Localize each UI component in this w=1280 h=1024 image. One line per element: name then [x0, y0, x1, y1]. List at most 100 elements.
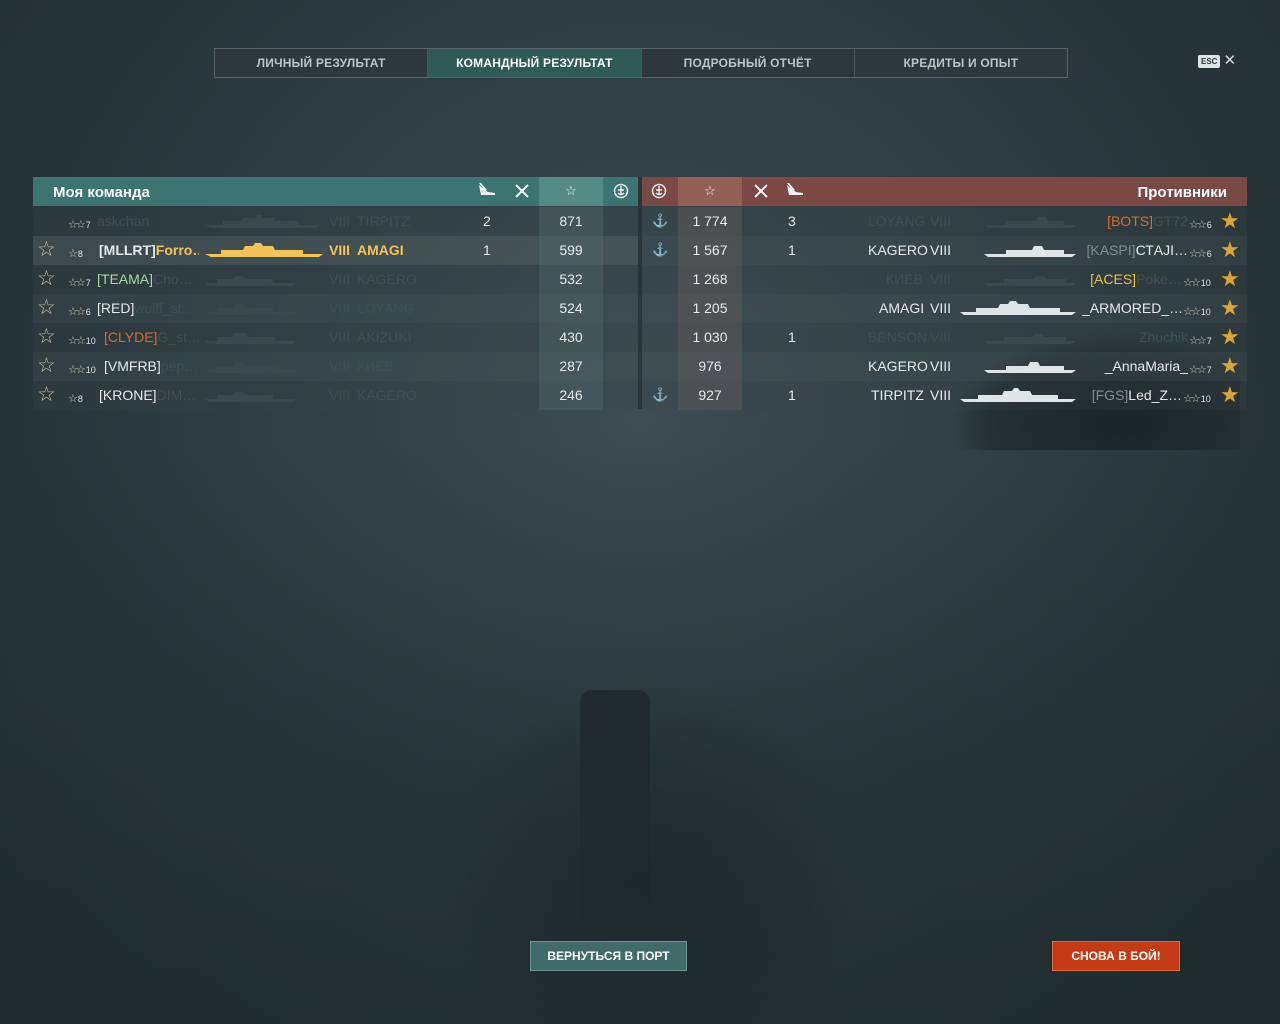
table-row[interactable]: 1 268 КИЕВ VIII [ACES]Poke… ☆☆ 10 ★ [642, 265, 1247, 294]
rank-number: 10 [1200, 307, 1211, 317]
table-row[interactable]: ⚓ 1 567 1 KAGERO VIII [KASPI]СТAJI… ☆☆ 6 … [642, 236, 1247, 265]
table-row[interactable]: ☆ ☆☆ 7 [TEAMA]Cho… VIII KAGERO 532 [33, 265, 638, 294]
ship-silhouette-icon [960, 388, 1076, 402]
rank-badge: ☆☆ 10 [1183, 272, 1211, 289]
star-outline-icon: ☆ [37, 296, 56, 319]
star-outline-icon: ☆ [37, 325, 56, 348]
player-name: [FGS]Led_Z… [1082, 381, 1182, 410]
rank-number: 7 [1206, 336, 1212, 346]
ship-tier: VIII [329, 329, 351, 345]
rank-chevron-icon: ☆☆ [1189, 364, 1207, 376]
xp-star-icon[interactable]: ☆ [560, 183, 582, 199]
player-name: [ACES]Poke… [1082, 265, 1182, 294]
ship-name: TIRPITZ [357, 213, 410, 229]
rank-chevron-icon: ☆ [68, 393, 78, 405]
table-row[interactable]: ☆☆ 7 askchan VIII TIRPITZ 2 871 [33, 207, 638, 236]
rank-number: 10 [85, 336, 96, 346]
player-nick: _AnnaMaria_ [1104, 358, 1188, 374]
my-team-header: Моя команда ☆ [33, 177, 638, 206]
ship-tier: VIII [329, 387, 351, 403]
gold-star-icon: ★ [1220, 382, 1240, 407]
clan-tag: [VMFRB] [104, 358, 161, 374]
table-row[interactable]: ☆ ☆ 8 [KRONE]DIM… VIII KAGERO 246 [33, 381, 638, 410]
player-nick: pep… [160, 358, 199, 374]
enemy-planes-destroyed-icon[interactable] [750, 183, 772, 202]
xp-value: 430 [559, 329, 583, 345]
table-row[interactable]: ⚓ 1 774 3 LOYANG VIII [BOTS]GT72 ☆☆ 6 ★ [642, 207, 1247, 236]
table-row[interactable]: 976 KAGERO VIII _AnnaMaria_ ☆☆ 7 ★ [642, 352, 1247, 381]
xp-value: 287 [559, 358, 583, 374]
enemy-capture-icon[interactable] [648, 183, 670, 202]
enemy-team-list: ⚓ 1 774 3 LOYANG VIII [BOTS]GT72 ☆☆ 6 ★ ⚓… [642, 207, 1247, 410]
gold-star-icon: ★ [1220, 266, 1240, 291]
player-nick: G_st… [157, 329, 202, 345]
player-name: Zhuchik [1082, 323, 1188, 352]
rank-chevron-icon: ☆☆ [68, 306, 86, 318]
return-to-port-button[interactable]: ВЕРНУТЬСЯ В ПОРТ [530, 941, 687, 971]
player-nick: DIM… [156, 387, 197, 403]
table-row[interactable]: ⚓ 927 1 TIRPITZ VIII [FGS]Led_Z… ☆☆ 10 ★ [642, 381, 1247, 410]
clan-tag: [FGS] [1091, 387, 1129, 403]
rank-chevron-icon: ☆ [68, 248, 78, 260]
table-row[interactable]: ☆ ☆☆ 10 [CLYDE]G_st… VIII AKIZUKI 430 [33, 323, 638, 352]
player-nick: GT72 [1152, 213, 1188, 229]
gold-star-icon: ★ [1220, 295, 1240, 320]
xp-value: 532 [559, 271, 583, 287]
rank-chevron-icon: ☆☆ [1183, 393, 1201, 405]
xp-value: 871 [559, 213, 583, 229]
rank-number: 10 [1200, 278, 1211, 288]
table-row[interactable]: 1 030 1 BENSON VIII Zhuchik ☆☆ 7 ★ [642, 323, 1247, 352]
rank-number: 7 [85, 220, 91, 230]
table-row[interactable]: ☆ ☆☆ 10 [VMFRB]pep… VIII КИЕВ 287 [33, 352, 638, 381]
player-nick: Poke… [1136, 271, 1182, 287]
ship-silhouette-icon [960, 301, 1076, 315]
player-nick: Led_Z… [1128, 387, 1182, 403]
xp-value: 246 [559, 387, 583, 403]
player-name: _ARMORED_… [1082, 294, 1182, 323]
tab-personal-result[interactable]: ЛИЧНЫЙ РЕЗУЛЬТАТ [215, 49, 429, 77]
ship-tier: VIII [930, 271, 952, 287]
ship-name: LOYANG [868, 213, 926, 229]
clan-tag: [BOTS] [1107, 213, 1153, 229]
ship-silhouette-icon [205, 215, 321, 228]
table-row-current-player[interactable]: ☆ ☆8 [MLLRT]Forro… VIII AMAGI 1 599 [33, 236, 638, 265]
ship-silhouette-icon [205, 392, 297, 402]
ship-tier: VIII [930, 329, 952, 345]
ship-name: KAGERO [868, 358, 928, 374]
rank-chevron-icon: ☆☆ [1183, 277, 1201, 289]
ship-tier: VIII [329, 213, 351, 229]
player-nick: askchan [97, 213, 150, 229]
enemy-ships-destroyed-icon[interactable] [784, 183, 806, 200]
rank-badge: ☆☆ 7 [1189, 359, 1212, 376]
battle-again-button[interactable]: СНОВА В БОЙ! [1052, 941, 1180, 971]
ships-destroyed-icon[interactable] [476, 183, 498, 200]
tab-detailed-report[interactable]: ПОДРОБНЫЙ ОТЧЁТ [642, 49, 855, 77]
ship-name: BENSON [868, 329, 928, 345]
kills-count: 1 [788, 242, 796, 258]
tab-team-result[interactable]: КОМАНДНЫЙ РЕЗУЛЬТАТ [428, 49, 642, 77]
table-row[interactable]: ☆ ☆☆ 6 [RED]wulff_st… VIII LOYANG 524 [33, 294, 638, 323]
planes-destroyed-icon[interactable] [511, 183, 533, 202]
clan-tag: [KASPI] [1086, 242, 1136, 258]
ship-silhouette-icon [205, 333, 297, 344]
tab-credits-xp[interactable]: КРЕДИТЫ И ОПЫТ [855, 49, 1067, 77]
ship-name: AKIZUKI [357, 329, 412, 345]
gold-star-icon: ★ [1220, 237, 1240, 262]
ship-silhouette-icon [984, 246, 1076, 257]
player-nick: СТAJI… [1135, 242, 1188, 258]
star-outline-icon: ☆ [37, 267, 56, 290]
enemy-xp-star-icon[interactable]: ☆ [699, 183, 721, 199]
table-row[interactable]: 1 205 AMAGI VIII _ARMORED_… ☆☆ 10 ★ [642, 294, 1247, 323]
close-button[interactable]: ESC ✕ [1198, 53, 1236, 68]
ship-name: КИЕВ [886, 271, 923, 287]
rank-chevron-icon: ☆☆ [68, 364, 86, 376]
ship-tier: VIII [930, 213, 952, 229]
rank-number: 10 [1200, 394, 1211, 404]
ship-silhouette-icon [984, 334, 1076, 344]
clan-tag: [CLYDE] [104, 329, 158, 345]
ship-silhouette-icon [205, 243, 323, 257]
kills-count: 1 [788, 329, 796, 345]
capture-icon[interactable] [610, 183, 632, 202]
ship-silhouette-icon [984, 276, 1076, 286]
xp-value: 1 774 [692, 213, 728, 229]
